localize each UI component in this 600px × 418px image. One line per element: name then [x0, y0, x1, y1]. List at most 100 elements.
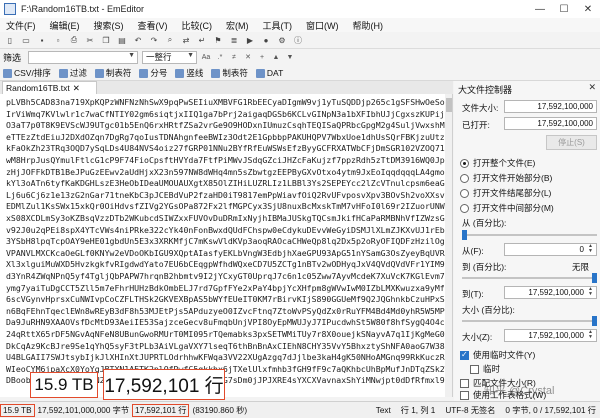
- window-title: F:\Random16TB.txt - EmEditor: [21, 4, 145, 14]
- status-bytes: 17,592,101,000,000 字节: [37, 406, 130, 415]
- menu-tools[interactable]: 工具(T): [263, 19, 293, 32]
- radio-open-end[interactable]: 打开文件结尾部分(L): [460, 187, 551, 199]
- wrap-icon[interactable]: ↵: [195, 33, 209, 47]
- panel-title: 大文件控制器: [458, 85, 513, 95]
- plugins-bar: CSV/排序 过滤 制表符 分号 竖线 制表符 DAT: [0, 66, 600, 81]
- copy-icon[interactable]: ❐: [99, 33, 113, 47]
- tab-file[interactable]: Random16TB.txt ✕: [2, 81, 97, 94]
- plugin-dat[interactable]: DAT: [255, 68, 284, 78]
- check-label: 使用临时文件(Y): [473, 350, 536, 360]
- menu-compare[interactable]: 比较(C): [182, 19, 213, 32]
- to-spinner[interactable]: 17,592,100,000 ▲ ▼: [504, 286, 597, 299]
- open-folder-icon[interactable]: ▭: [19, 33, 33, 47]
- compare-icon[interactable]: ≣: [227, 33, 241, 47]
- editor-area[interactable]: pLVBh5CAD83na719XpKQPzWNFNzNhSwX9pqPwSEI…: [0, 94, 453, 397]
- menu-help[interactable]: 帮助(H): [353, 19, 384, 32]
- cut-icon[interactable]: ✂: [83, 33, 97, 47]
- find-icon[interactable]: ⌕: [163, 33, 177, 47]
- close-icon[interactable]: ✕: [576, 0, 600, 18]
- scrollbar-thumb[interactable]: [446, 98, 452, 112]
- to-value: 17,592,100,000: [528, 288, 584, 297]
- window-controls: — ☐ ✕: [528, 0, 600, 18]
- paste-icon[interactable]: ▤: [115, 33, 129, 47]
- menu-edit[interactable]: 编辑(E): [50, 19, 80, 32]
- radio-dot: [460, 158, 469, 168]
- dat-icon: [255, 68, 265, 78]
- bookmark-icon[interactable]: ⚑: [211, 33, 225, 47]
- status-mode[interactable]: Text: [376, 406, 391, 415]
- replace-icon[interactable]: ⇄: [179, 33, 193, 47]
- plugin-pipe[interactable]: 竖线: [175, 67, 203, 79]
- size-overlay: 15.9 TB: [30, 372, 98, 398]
- size-value: 17,592,100,000: [528, 331, 584, 340]
- check-temp[interactable]: 临时: [470, 363, 500, 375]
- title-bar: F:\Random16TB.txt - EmEditor — ☐ ✕: [0, 0, 600, 18]
- from-spinner[interactable]: 0 ▲ ▼: [504, 243, 597, 256]
- semicolon-icon: [139, 68, 149, 78]
- menu-search[interactable]: 搜索(S): [94, 19, 124, 32]
- spin-arrows-icon[interactable]: ▲ ▼: [586, 287, 595, 298]
- radio-open-beginning[interactable]: 打开文件开始部分(B): [460, 172, 552, 184]
- menu-window[interactable]: 窗口(W): [306, 19, 339, 32]
- status-encoding[interactable]: UTF-8 无签名: [445, 404, 495, 416]
- plugin-csv-sort[interactable]: CSV/排序: [3, 67, 51, 79]
- menu-file[interactable]: 文件(F): [6, 19, 36, 32]
- editor-scrollbar[interactable]: [445, 94, 452, 397]
- to-percent-slider[interactable]: [462, 273, 597, 283]
- tab-icon: [211, 68, 221, 78]
- radio-open-middle[interactable]: 打开文件中间部分(M): [460, 202, 554, 214]
- settings-icon[interactable]: ⚙: [275, 33, 289, 47]
- radio-open-entire[interactable]: 打开整个文件(E): [460, 157, 535, 169]
- record-icon[interactable]: ●: [259, 33, 273, 47]
- slider-track: [462, 277, 597, 279]
- check-use-temp-file[interactable]: 使用临时文件(Y): [460, 349, 535, 361]
- redo-icon[interactable]: ↷: [147, 33, 161, 47]
- save-all-icon[interactable]: ▫: [51, 33, 65, 47]
- file-size-label: 文件大小:: [462, 103, 499, 113]
- new-file-icon[interactable]: ▯: [3, 33, 17, 47]
- spin-arrows-icon[interactable]: ▲ ▼: [586, 330, 595, 341]
- menu-view[interactable]: 查看(V): [138, 19, 168, 32]
- plugin-tab[interactable]: 制表符: [94, 67, 131, 79]
- menu-macros[interactable]: 宏(M): [226, 19, 249, 32]
- close-icon[interactable]: ✕: [588, 82, 596, 93]
- tab-file-label: Random16TB.txt: [6, 83, 70, 93]
- minimize-icon[interactable]: —: [528, 0, 552, 18]
- slider-knob[interactable]: [462, 230, 467, 240]
- checkbox-icon: [460, 378, 469, 388]
- slider-track: [462, 320, 597, 322]
- undo-icon[interactable]: ↶: [131, 33, 145, 47]
- check-label: 临时: [483, 364, 501, 374]
- plugin-label: DAT: [266, 68, 284, 78]
- slider-knob[interactable]: [592, 273, 597, 283]
- macro-icon[interactable]: ▶: [243, 33, 257, 47]
- size-percent-slider[interactable]: [462, 316, 597, 326]
- plugin-label: CSV/排序: [14, 68, 51, 78]
- plugin-tab-2[interactable]: 制表符: [211, 67, 248, 79]
- save-icon[interactable]: ▪: [35, 33, 49, 47]
- filter-icon: [58, 68, 68, 78]
- info-icon[interactable]: ⓘ: [291, 33, 305, 47]
- status-position[interactable]: 行 1, 列 1: [401, 404, 436, 416]
- status-lines: 17,592,101 行: [132, 403, 190, 417]
- status-time: (83190.860 秒): [192, 406, 248, 415]
- main-toolbar: ▯ ▭ ▪ ▫ ⎙ ✂ ❐ ▤ ↶ ↷ ⌕ ⇄ ↵ ⚑ ≣ ▶ ● ⚙ ⓘ: [0, 32, 600, 49]
- slider-knob[interactable]: [592, 316, 597, 326]
- radio-dot: [460, 188, 469, 198]
- checkbox-icon: [460, 390, 469, 400]
- close-icon[interactable]: ✕: [73, 83, 80, 94]
- tab-icon: [94, 68, 104, 78]
- maximize-icon[interactable]: ☐: [552, 0, 576, 18]
- size-percent-label: 大小 (百分比):: [462, 305, 515, 315]
- stop-button[interactable]: 停止(S): [546, 135, 597, 150]
- slider-track: [462, 234, 597, 236]
- size-spinner[interactable]: 17,592,100,000 ▲ ▼: [504, 329, 597, 342]
- plugin-filter[interactable]: 过滤: [58, 67, 87, 79]
- spin-arrows-icon[interactable]: ▲ ▼: [586, 244, 595, 255]
- from-percent-slider[interactable]: [462, 230, 597, 240]
- plugin-semicolon[interactable]: 分号: [139, 67, 167, 79]
- print-icon[interactable]: ⎙: [67, 33, 81, 47]
- from-label: 从(F):: [462, 246, 484, 256]
- status-size: 15.9 TB: [0, 403, 35, 417]
- to-label: 到(T):: [462, 289, 484, 299]
